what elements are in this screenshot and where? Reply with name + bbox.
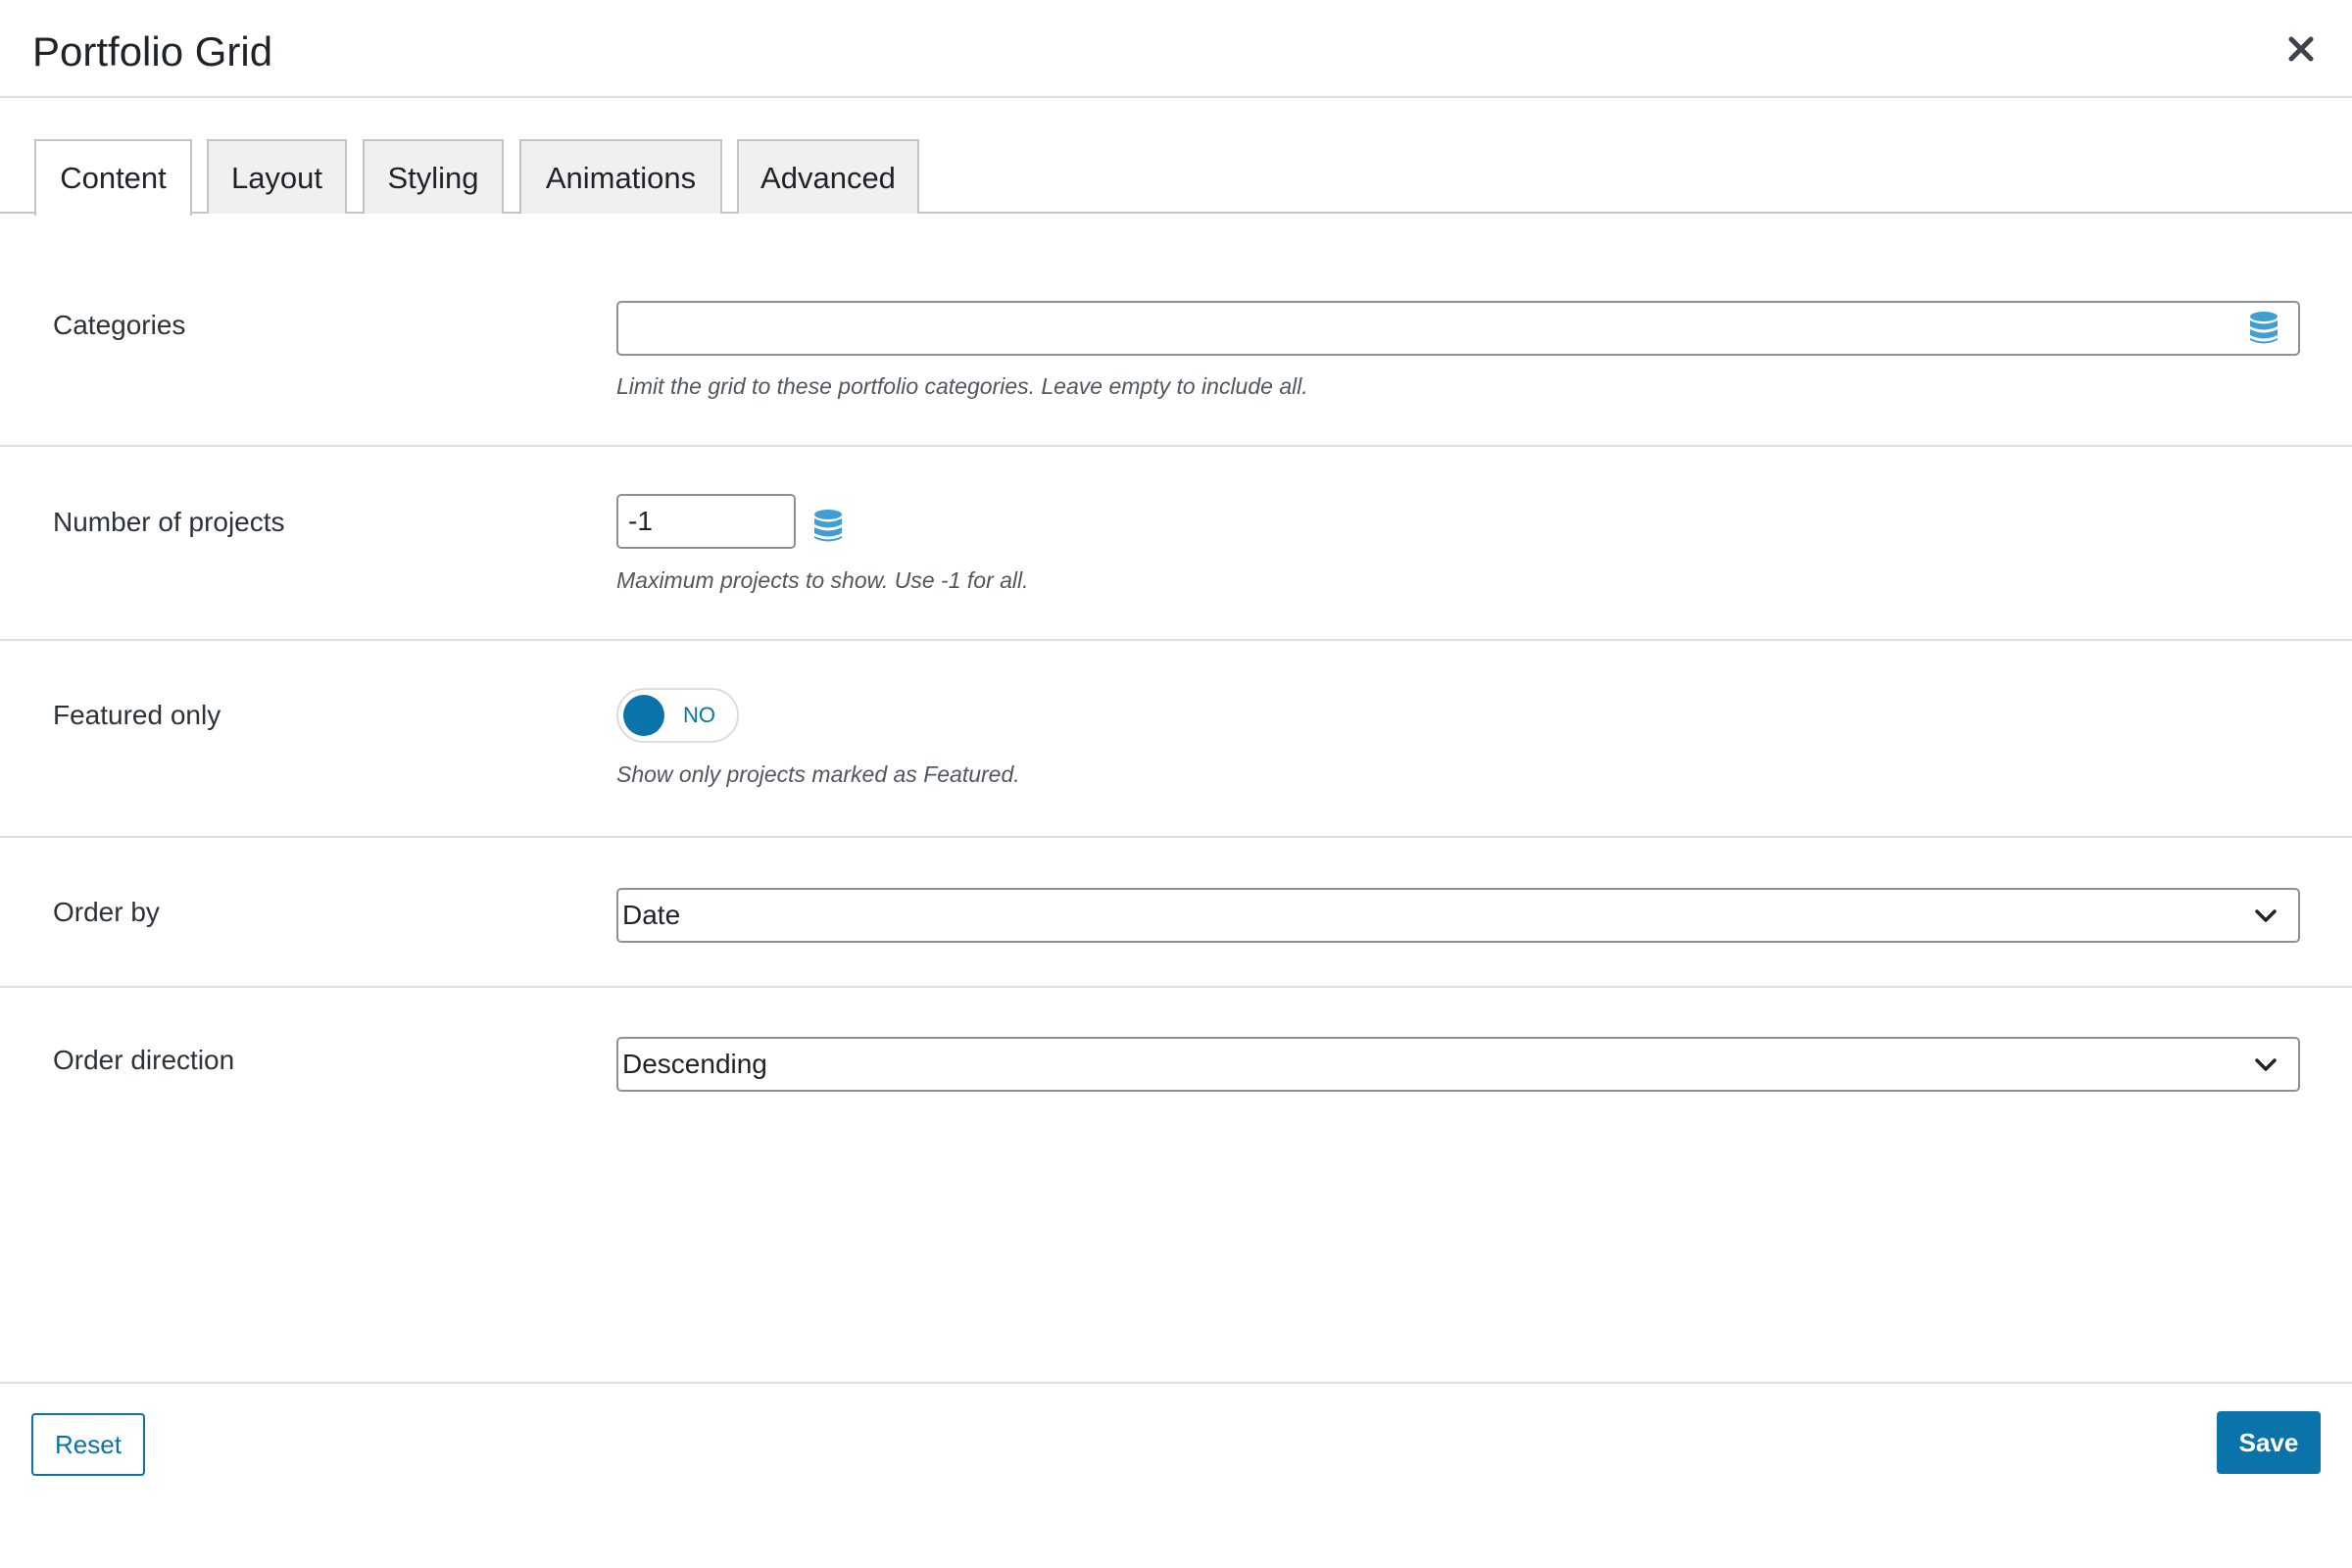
tab-bar: Content Layout Styling Animations Advanc… (0, 98, 2352, 216)
database-icon[interactable] (813, 509, 843, 544)
modal-dialog: Portfolio Grid Content Layout Styling An… (0, 0, 2352, 1568)
tab-content[interactable]: Content (34, 139, 192, 216)
order-by-select[interactable]: Date (616, 888, 2300, 943)
toggle-state-text: NO (683, 703, 715, 727)
order-by-label: Order by (53, 897, 160, 927)
featured-only-description: Show only projects marked as Featured. (616, 761, 1020, 787)
chevron-down-icon (2255, 909, 2277, 922)
close-button[interactable] (2279, 27, 2323, 71)
chevron-down-icon (2255, 1058, 2277, 1071)
database-icon[interactable] (2249, 311, 2278, 346)
categories-input[interactable] (616, 301, 2300, 356)
tab-advanced[interactable]: Advanced (737, 139, 919, 214)
field-row-order-by: Order by Date (0, 838, 2352, 988)
categories-description: Limit the grid to these portfolio catego… (616, 373, 1308, 399)
modal-title: Portfolio Grid (32, 28, 273, 74)
order-direction-selected-value: Descending (622, 1049, 767, 1079)
featured-only-toggle[interactable]: NO (616, 688, 739, 743)
close-icon (2288, 36, 2314, 62)
modal-header: Portfolio Grid (0, 0, 2352, 98)
save-button[interactable]: Save (2217, 1411, 2321, 1474)
featured-only-label: Featured only (53, 700, 221, 730)
field-row-order-direction: Order direction Descending (0, 988, 2352, 1135)
order-direction-label: Order direction (53, 1045, 235, 1075)
reset-button[interactable]: Reset (31, 1413, 145, 1476)
order-by-selected-value: Date (622, 900, 681, 930)
toggle-knob (623, 695, 664, 736)
field-row-categories: Categories Limit the grid to these portf… (0, 214, 2352, 447)
tab-styling[interactable]: Styling (363, 139, 504, 214)
modal-footer: Reset Save (0, 1382, 2352, 1568)
tab-layout[interactable]: Layout (207, 139, 347, 214)
order-direction-select[interactable]: Descending (616, 1037, 2300, 1092)
field-row-number-of-projects: Number of projects Maximum projects to s… (0, 447, 2352, 641)
categories-label: Categories (53, 310, 186, 340)
number-of-projects-label: Number of projects (53, 507, 285, 537)
number-of-projects-description: Maximum projects to show. Use -1 for all… (616, 567, 1029, 593)
number-of-projects-input[interactable] (616, 494, 796, 549)
field-row-featured-only: Featured only NO Show only projects mark… (0, 641, 2352, 838)
tab-animations[interactable]: Animations (519, 139, 722, 214)
